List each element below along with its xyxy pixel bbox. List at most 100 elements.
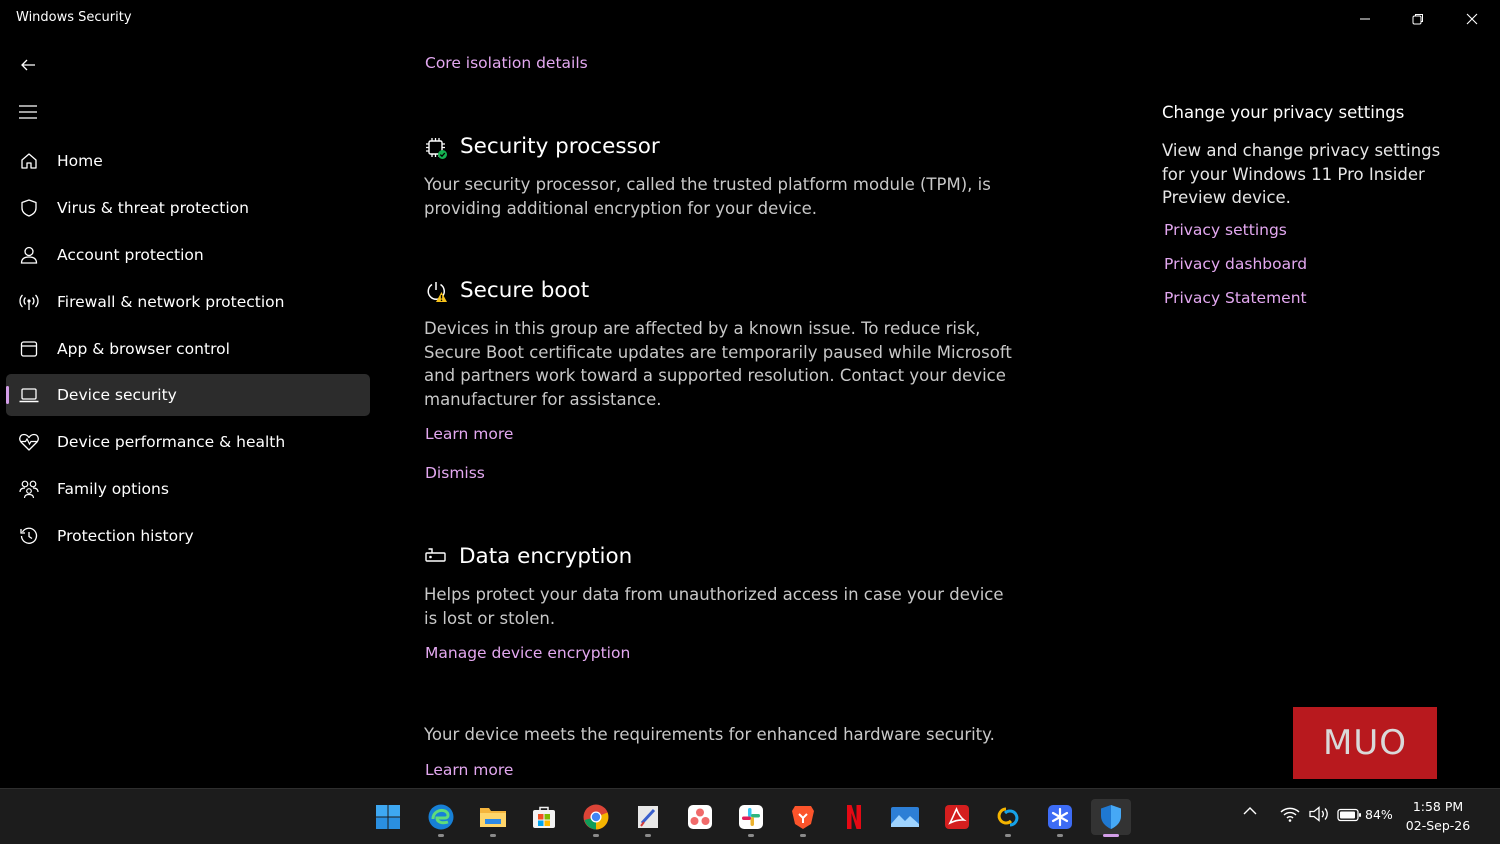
nav-item-label: Family options: [57, 480, 169, 498]
security-processor-description: Your security processor, called the trus…: [424, 175, 991, 218]
nav-item-label: App & browser control: [57, 340, 230, 358]
paint-icon: [638, 806, 658, 828]
nav-item-protection-history[interactable]: Protection history: [6, 515, 370, 557]
heart-pulse-icon: [18, 431, 40, 453]
wifi-icon: [1280, 807, 1300, 822]
taskbar-store[interactable]: [524, 799, 564, 835]
secure-boot-description: Devices in this group are affected by a …: [424, 319, 1012, 409]
clock-date: 02-Sep-26: [1405, 818, 1471, 833]
privacy-panel-title: Change your privacy settings: [1162, 103, 1405, 122]
nav-item-app-browser[interactable]: App & browser control: [6, 328, 370, 370]
secure-boot-warning-icon: [424, 280, 448, 304]
data-encryption-icon: [424, 546, 448, 566]
battery-percentage: 84%: [1365, 807, 1393, 822]
privacy-panel-description: View and change privacy settings for you…: [1162, 141, 1441, 207]
close-icon: [1466, 13, 1478, 25]
battery-button[interactable]: 84%: [1337, 807, 1393, 822]
nav-item-label: Virus & threat protection: [57, 199, 249, 217]
nav-item-virus-threat[interactable]: Virus & threat protection: [6, 187, 370, 229]
chevron-up-icon: [1243, 807, 1257, 815]
dismiss-link[interactable]: Dismiss: [425, 464, 485, 482]
restore-button[interactable]: [1395, 6, 1441, 32]
core-isolation-link[interactable]: Core isolation details: [425, 54, 588, 72]
slack-icon: [739, 805, 763, 829]
chip-icon: [424, 136, 448, 160]
menu-button[interactable]: [12, 96, 44, 128]
hamburger-icon: [19, 105, 37, 119]
windows-security-icon: [1101, 805, 1121, 829]
home-icon: [18, 150, 40, 172]
start-button[interactable]: [368, 799, 408, 835]
privacy-settings-link[interactable]: Privacy settings: [1164, 221, 1287, 239]
laptop-icon: [18, 384, 40, 406]
taskbar-photos[interactable]: [885, 799, 925, 835]
link-app-icon: [997, 807, 1019, 827]
taskbar-link-app[interactable]: [988, 799, 1028, 837]
nav-item-family-options[interactable]: Family options: [6, 468, 370, 510]
volume-button[interactable]: [1309, 806, 1331, 822]
nav-item-label: Account protection: [57, 246, 204, 264]
selection-indicator: [6, 386, 9, 404]
family-icon: [18, 478, 40, 500]
nav-item-home[interactable]: Home: [6, 140, 370, 182]
manage-device-encryption-link[interactable]: Manage device encryption: [425, 644, 630, 662]
asana-icon: [688, 805, 712, 829]
secure-boot-learn-more-link[interactable]: Learn more: [425, 425, 513, 443]
window-title: Windows Security: [16, 10, 132, 25]
battery-icon: [1337, 808, 1361, 821]
nav-item-label: Device performance & health: [57, 433, 286, 451]
store-icon: [533, 806, 555, 828]
antenna-icon: [18, 291, 40, 313]
taskbar-chrome[interactable]: [576, 799, 616, 837]
file-explorer-icon: [480, 808, 506, 827]
privacy-statement-link[interactable]: Privacy Statement: [1164, 289, 1307, 307]
back-button[interactable]: [12, 49, 44, 81]
taskbar-brave[interactable]: [783, 799, 823, 837]
brave-icon: [792, 806, 814, 829]
shield-icon: [18, 197, 40, 219]
minimize-button[interactable]: [1342, 6, 1388, 32]
taskbar-file-explorer[interactable]: [473, 799, 513, 837]
acrobat-icon: [945, 805, 969, 829]
speaker-icon: [1309, 806, 1328, 822]
nav-item-label: Device security: [57, 386, 177, 404]
restore-icon: [1412, 14, 1423, 25]
network-button[interactable]: [1280, 806, 1300, 822]
nav-item-firewall[interactable]: Firewall & network protection: [6, 281, 370, 323]
netflix-icon: [847, 805, 861, 829]
taskbar-acrobat[interactable]: [937, 799, 977, 835]
back-arrow-icon: [21, 59, 35, 71]
app-window-icon: [18, 338, 40, 360]
nav-item-label: Home: [57, 152, 103, 170]
taskbar-snowflake-app[interactable]: [1040, 799, 1080, 837]
taskbar-netflix[interactable]: [834, 799, 874, 835]
taskbar-paint[interactable]: [628, 799, 668, 837]
taskbar-windows-security[interactable]: [1091, 799, 1131, 837]
nav-item-label: Protection history: [57, 527, 194, 545]
taskbar-edge[interactable]: [421, 799, 461, 837]
clock-time: 1:58 PM: [1412, 799, 1464, 814]
nav-item-label: Firewall & network protection: [57, 293, 285, 311]
taskbar-asana[interactable]: [680, 799, 720, 835]
chrome-icon: [583, 804, 609, 830]
close-button[interactable]: [1449, 6, 1495, 32]
secure-boot-heading: Secure boot: [460, 278, 590, 303]
edge-icon: [428, 804, 454, 830]
privacy-dashboard-link[interactable]: Privacy dashboard: [1164, 255, 1307, 273]
person-icon: [18, 244, 40, 266]
taskbar-slack[interactable]: [731, 799, 771, 837]
nav-item-device-performance[interactable]: Device performance & health: [6, 421, 370, 463]
data-encryption-heading: Data encryption: [459, 544, 633, 569]
start-icon: [376, 805, 400, 829]
show-hidden-icons-button[interactable]: [1243, 806, 1257, 816]
minimize-icon: [1360, 18, 1370, 20]
nav-item-account-protection[interactable]: Account protection: [6, 234, 370, 276]
nav-item-device-security[interactable]: Device security: [6, 374, 370, 416]
snowflake-app-icon: [1048, 805, 1072, 829]
photos-icon: [891, 807, 919, 827]
data-encryption-description: Helps protect your data from unauthorize…: [424, 585, 1004, 628]
hardware-learn-more-link[interactable]: Learn more: [425, 761, 513, 779]
hardware-security-summary: Your device meets the requirements for e…: [424, 725, 995, 744]
security-processor-heading: Security processor: [460, 134, 660, 159]
taskbar-clock[interactable]: 1:58 PM 02-Sep-26: [1398, 797, 1478, 835]
